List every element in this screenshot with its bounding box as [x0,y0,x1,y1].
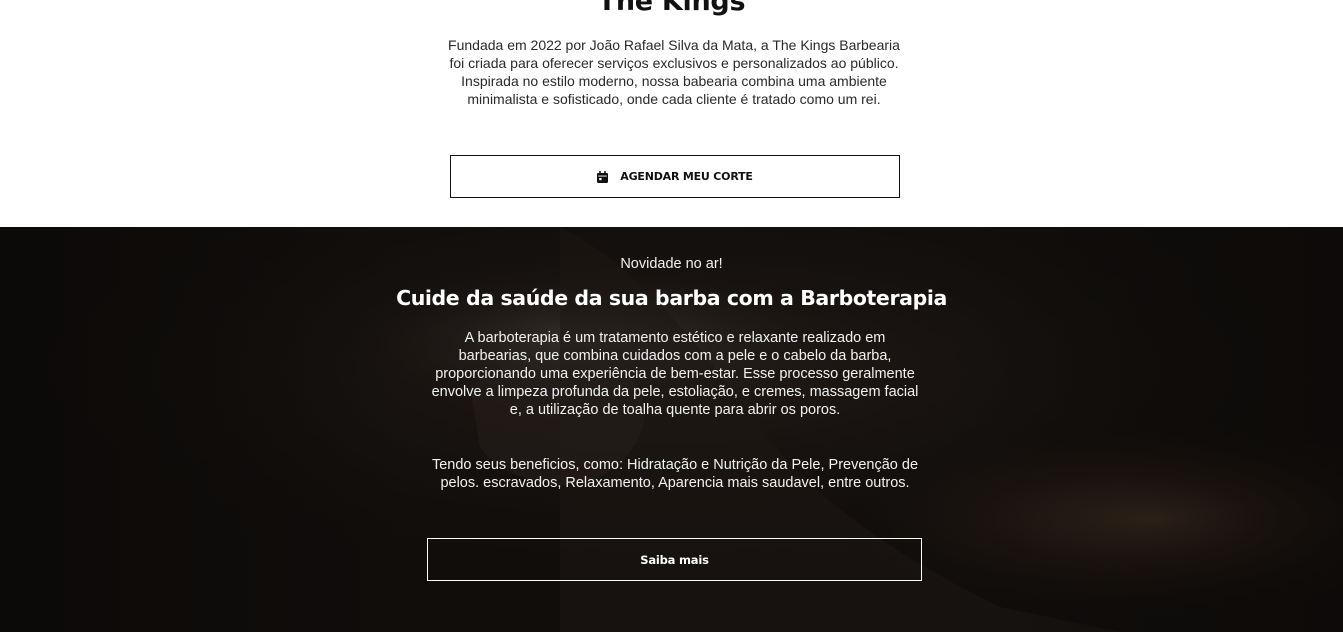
schedule-haircut-button[interactable]: AGENDAR MEU CORTE [450,155,900,198]
about-title: The Kings [597,0,746,17]
barboterapia-benefits: Tendo seus beneficios, como: Hidratação … [431,457,919,491]
calendar-icon [597,170,609,183]
about-section: The Kings Fundada em 2022 por João Rafae… [0,0,1343,227]
barboterapia-section: Novidade no ar! Cuide da saúde da sua ba… [0,227,1343,632]
barboterapia-description: A barboterapia é um tratamento estético … [431,330,919,418]
barboterapia-kicker: Novidade no ar! [620,256,723,272]
schedule-haircut-label: AGENDAR MEU CORTE [620,170,753,183]
about-description: Fundada em 2022 por João Rafael Silva da… [448,37,900,107]
barboterapia-title: Cuide da saúde da sua barba com a Barbot… [396,286,947,310]
learn-more-button[interactable]: Saiba mais [427,538,922,581]
learn-more-label: Saiba mais [640,552,709,567]
